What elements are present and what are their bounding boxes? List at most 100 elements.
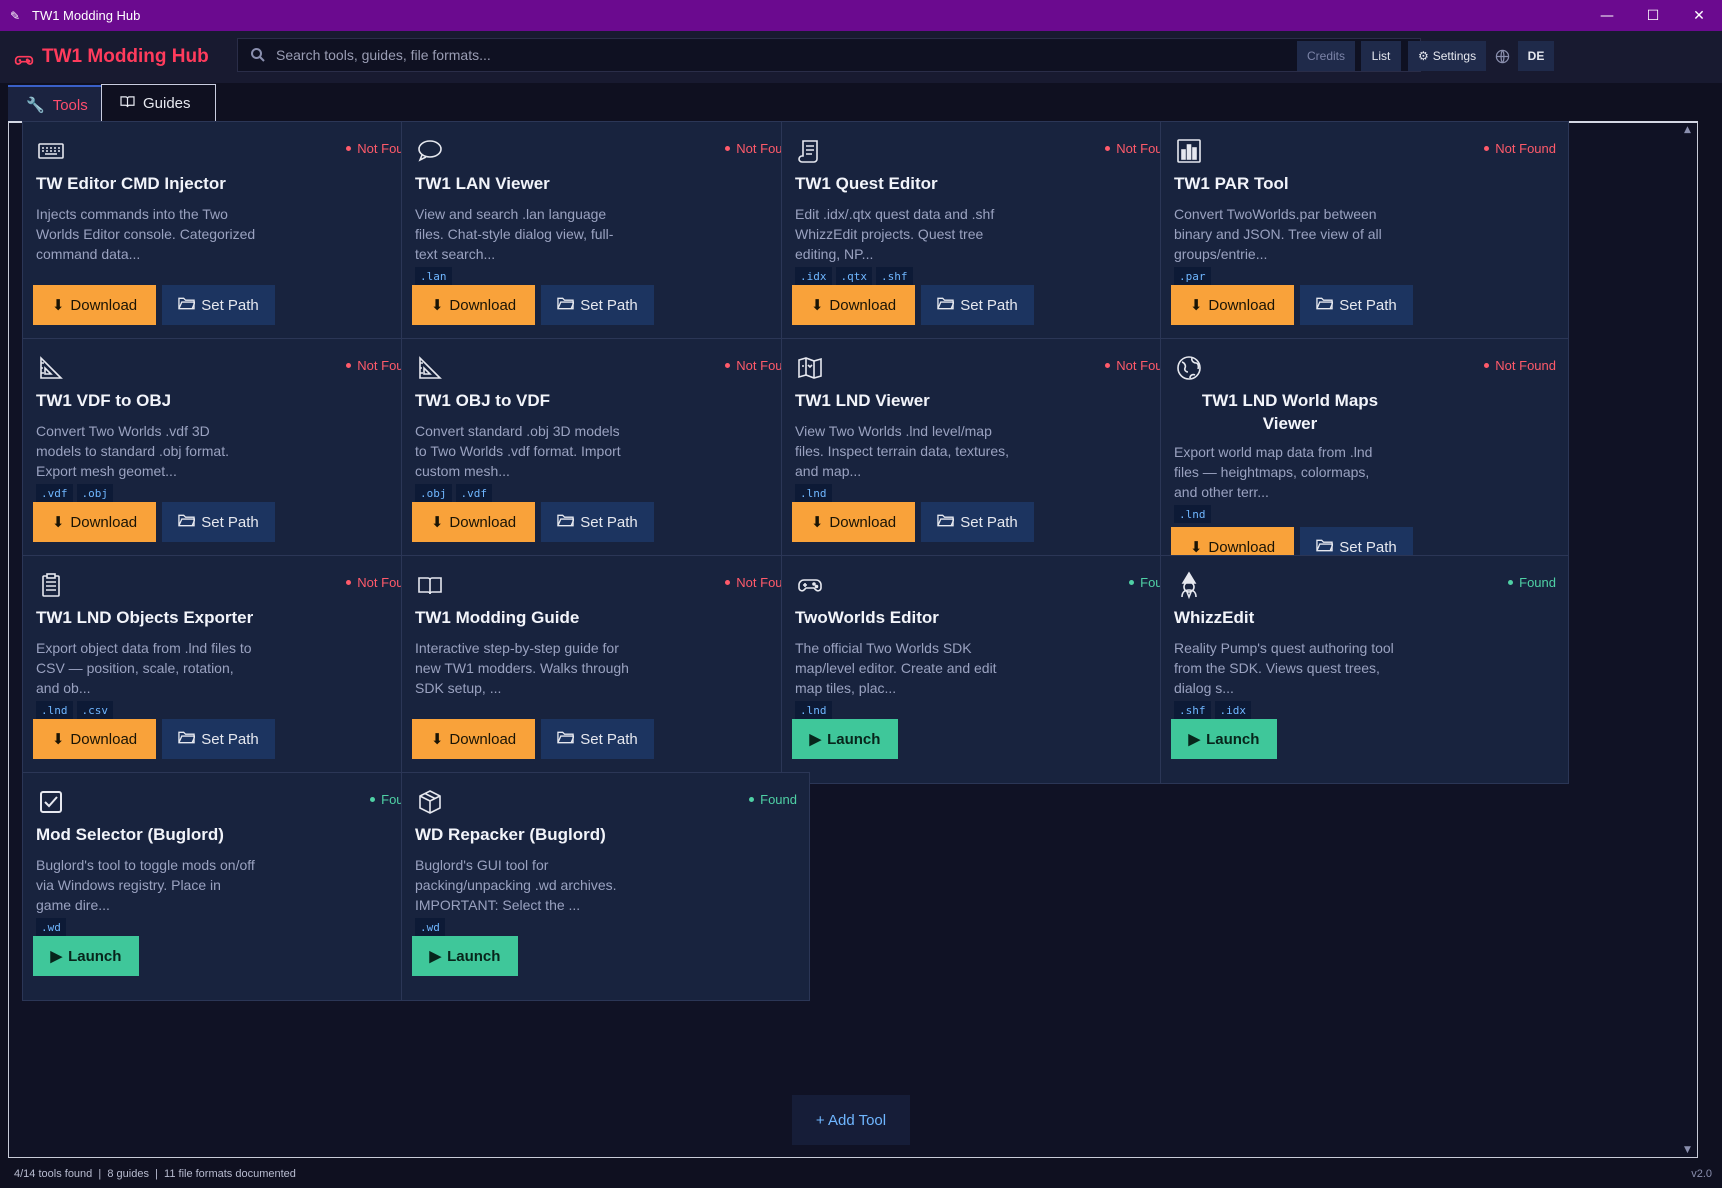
- action-buttons: ⬇ Download Set Path: [792, 502, 1034, 542]
- play-icon: ▶: [1188, 731, 1201, 748]
- maximize-button[interactable]: ☐: [1630, 0, 1676, 31]
- format-tag: .shf: [876, 267, 913, 285]
- download-button[interactable]: ⬇ Download: [412, 285, 535, 325]
- download-button[interactable]: ⬇ Download: [33, 502, 156, 542]
- status-dot: [749, 797, 755, 802]
- book-icon: [416, 571, 444, 599]
- tab-bar: 🔧 Tools Guides: [8, 84, 216, 123]
- format-tags: .obj .vdf: [415, 484, 492, 502]
- set-path-label: Set Path: [201, 296, 259, 314]
- tool-card: Found TwoWorlds Editor The official Two Wo…: [781, 555, 1190, 784]
- tool-card: Found Mod Selector (Buglord) Buglord's too…: [22, 772, 431, 1001]
- language-button[interactable]: DE: [1518, 41, 1554, 71]
- download-button[interactable]: ⬇ Download: [33, 285, 156, 325]
- download-arrow-icon: ⬇: [1189, 539, 1203, 556]
- set-path-button[interactable]: Set Path: [541, 719, 654, 759]
- globe-button[interactable]: [1492, 41, 1512, 71]
- clipboard-icon: [37, 571, 65, 599]
- launch-button[interactable]: ▶ Launch: [792, 719, 898, 759]
- action-buttons: ⬇ Download Set Path: [1171, 285, 1413, 325]
- action-buttons: ⬇ Download Set Path: [33, 502, 275, 542]
- scroll-down-arrow-icon[interactable]: ▼: [1684, 1145, 1691, 1155]
- format-tags: .vdf .obj: [36, 484, 113, 502]
- set-path-button[interactable]: Set Path: [921, 502, 1034, 542]
- window-controls: — ☐ ✕: [1584, 0, 1722, 31]
- launch-button[interactable]: ▶ Launch: [1171, 719, 1277, 759]
- tool-card: Not Found TW1 PAR Tool Convert TwoWorlds.p…: [1160, 121, 1569, 350]
- list-button[interactable]: List: [1361, 41, 1401, 71]
- launch-button[interactable]: ▶ Launch: [33, 936, 139, 976]
- set-path-label: Set Path: [960, 296, 1018, 314]
- scroll-up-arrow-icon[interactable]: ▲: [1684, 125, 1691, 135]
- set-path-button[interactable]: Set Path: [1300, 285, 1413, 325]
- status-label: Not Found: [1495, 358, 1556, 373]
- add-tool-button[interactable]: + Add Tool: [792, 1095, 910, 1145]
- tool-card: Found WD Repacker (Buglord) Buglord's GUI …: [401, 772, 810, 1001]
- download-button[interactable]: ⬇ Download: [792, 285, 915, 325]
- tab-guides[interactable]: Guides: [101, 84, 216, 122]
- set-path-button[interactable]: Set Path: [921, 285, 1034, 325]
- format-tag: .obj: [415, 484, 452, 502]
- folder-icon: [937, 296, 956, 314]
- tool-description: View and search .lan language files. Cha…: [415, 206, 614, 262]
- brand: TW1 Modding Hub: [14, 44, 209, 70]
- tool-card: Not Found TW1 Quest Editor Edit .idx/.qtx …: [781, 121, 1190, 350]
- tool-description: Interactive step-by-step guide for new T…: [415, 640, 629, 696]
- folder-icon: [178, 513, 197, 531]
- set-path-label: Set Path: [1339, 296, 1397, 314]
- download-arrow-icon: ⬇: [51, 514, 65, 531]
- set-path-button[interactable]: Set Path: [162, 502, 275, 542]
- launch-button[interactable]: ▶ Launch: [412, 936, 518, 976]
- mage-icon: [1175, 571, 1203, 600]
- set-path-label: Set Path: [580, 296, 638, 314]
- tab-guides-label: Guides: [143, 95, 191, 112]
- scrollbar[interactable]: ▲ ▼: [1681, 123, 1697, 1157]
- status-dot: [1508, 580, 1514, 585]
- search-input[interactable]: [276, 47, 1420, 63]
- status-label: Not Found: [1495, 141, 1556, 156]
- status-dot: [1105, 146, 1111, 151]
- bar-chart-icon: [1175, 137, 1203, 165]
- settings-button[interactable]: ⚙ Settings: [1408, 41, 1486, 71]
- status-dot: [370, 797, 376, 802]
- tool-title: TwoWorlds Editor: [795, 608, 939, 627]
- set-path-button[interactable]: Set Path: [162, 285, 275, 325]
- download-label: Download: [70, 296, 138, 314]
- format-tags: .lan: [415, 267, 452, 285]
- format-tags: .lnd: [1174, 505, 1211, 523]
- tab-tools[interactable]: 🔧 Tools: [8, 85, 101, 123]
- status-dot: [1484, 363, 1490, 368]
- title-bar: ✎ TW1 Modding Hub — ☐ ✕: [0, 0, 1722, 31]
- tool-title: TW1 LND Objects Exporter: [36, 608, 254, 627]
- folder-icon: [1316, 538, 1335, 556]
- folder-icon: [1316, 296, 1335, 314]
- download-label: Download: [70, 730, 138, 748]
- format-tag: .idx: [1214, 701, 1251, 719]
- wrench-icon: 🔧: [26, 97, 45, 114]
- triangle-ruler-icon: [416, 354, 444, 382]
- download-button[interactable]: ⬇ Download: [792, 502, 915, 542]
- tool-card: Not Found TW1 VDF to OBJ Convert Two World…: [22, 338, 431, 567]
- set-path-label: Set Path: [580, 730, 638, 748]
- download-button[interactable]: ⬇ Download: [33, 719, 156, 759]
- download-button[interactable]: ⬇ Download: [412, 719, 535, 759]
- set-path-button[interactable]: Set Path: [541, 502, 654, 542]
- set-path-button[interactable]: Set Path: [162, 719, 275, 759]
- search-box[interactable]: [237, 38, 1421, 72]
- triangle-ruler-icon: [37, 354, 65, 382]
- format-tags: .wd: [36, 918, 66, 936]
- set-path-button[interactable]: Set Path: [541, 285, 654, 325]
- tool-title: TW1 VDF to OBJ: [36, 391, 172, 410]
- tool-title: TW1 LND World Maps Viewer: [1201, 391, 1379, 433]
- set-path-label: Set Path: [201, 513, 259, 531]
- credits-button[interactable]: Credits: [1297, 41, 1355, 71]
- minimize-button[interactable]: —: [1584, 0, 1630, 31]
- download-arrow-icon: ⬇: [430, 297, 444, 314]
- tab-tools-label: Tools: [52, 96, 88, 114]
- folder-icon: [557, 513, 576, 531]
- close-button[interactable]: ✕: [1676, 0, 1722, 31]
- status-label: Found: [1519, 575, 1556, 590]
- download-arrow-icon: ⬇: [810, 297, 824, 314]
- download-button[interactable]: ⬇ Download: [1171, 285, 1294, 325]
- download-button[interactable]: ⬇ Download: [412, 502, 535, 542]
